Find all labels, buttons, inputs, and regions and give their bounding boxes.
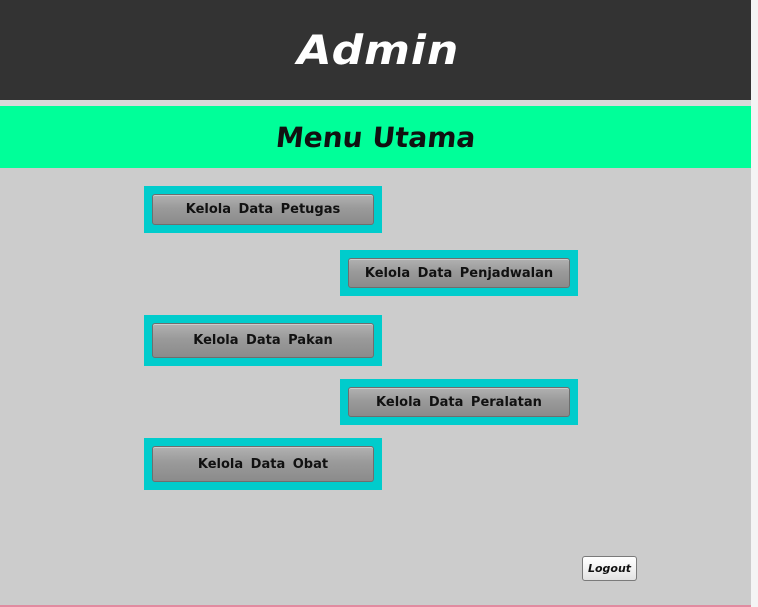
kelola-data-obat-label: Kelola Data Obat [197, 456, 329, 472]
menu-title-band: Menu Utama [0, 106, 751, 168]
petugas-button-frame: Kelola Data Petugas [144, 186, 382, 233]
kelola-data-obat-button[interactable]: Kelola Data Obat [152, 446, 374, 482]
peralatan-button-frame: Kelola Data Peralatan [340, 379, 578, 425]
kelola-data-penjadwalan-button[interactable]: Kelola Data Penjadwalan [348, 258, 570, 288]
logout-button[interactable]: Logout [582, 556, 637, 581]
logout-label: Logout [587, 562, 632, 575]
admin-title: Admin [292, 26, 465, 74]
header-bar: Admin [0, 0, 751, 100]
kelola-data-penjadwalan-label: Kelola Data Penjadwalan [364, 265, 554, 281]
menu-title: Menu Utama [273, 120, 478, 154]
app-window: Admin Menu Utama Kelola Data Petugas Kel… [0, 0, 751, 607]
kelola-data-peralatan-button[interactable]: Kelola Data Peralatan [348, 387, 570, 417]
kelola-data-pakan-label: Kelola Data Pakan [193, 333, 333, 348]
kelola-data-pakan-button[interactable]: Kelola Data Pakan [152, 323, 374, 358]
kelola-data-petugas-button[interactable]: Kelola Data Petugas [152, 194, 374, 225]
pakan-button-frame: Kelola Data Pakan [144, 315, 382, 366]
penjadwalan-button-frame: Kelola Data Penjadwalan [340, 250, 578, 296]
window-right-edge [751, 0, 758, 607]
kelola-data-petugas-label: Kelola Data Petugas [185, 202, 341, 217]
kelola-data-peralatan-label: Kelola Data Peralatan [376, 394, 542, 410]
obat-button-frame: Kelola Data Obat [144, 438, 382, 490]
